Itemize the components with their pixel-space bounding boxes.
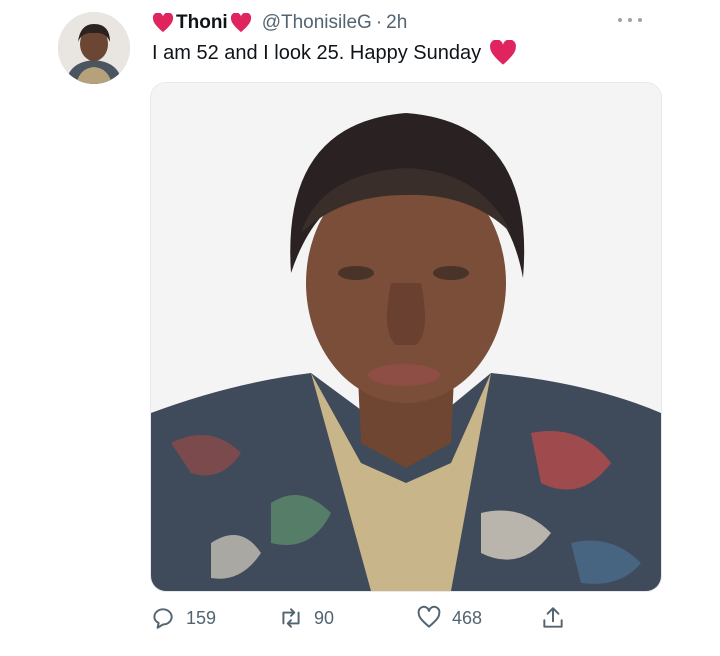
timestamp[interactable]: 2h — [386, 12, 407, 34]
avatar-photo — [58, 12, 130, 84]
reply-count: 159 — [186, 607, 217, 628]
share-upload-icon — [543, 607, 563, 628]
more-dots-icon[interactable] — [618, 12, 642, 28]
retweet-icon — [282, 608, 300, 628]
heart-outline-icon — [417, 605, 441, 628]
retweet-count: 90 — [314, 607, 335, 628]
reply-bubble-icon — [153, 608, 173, 629]
like-count: 468 — [452, 607, 483, 628]
tweet-photo[interactable] — [150, 82, 662, 592]
user-handle[interactable]: @ThonisileG — [262, 12, 372, 34]
avatar[interactable] — [58, 12, 130, 84]
tweet-card[interactable]: Thoni @ThonisileG · 2h I am 52 and I loo… — [0, 0, 720, 656]
tweet-text-content: I am 52 and I look 25. Happy Sunday — [152, 42, 482, 64]
separator-dot: · — [375, 12, 383, 33]
red-heart-icon — [152, 13, 174, 33]
tweet-header: Thoni @ThonisileG · 2h — [152, 10, 407, 36]
tweet-actions: 159 90 468 — [150, 600, 580, 636]
portrait-photo — [151, 83, 661, 591]
reply-button[interactable]: 159 — [150, 604, 216, 632]
red-heart-icon — [489, 40, 517, 66]
share-button[interactable] — [540, 604, 566, 632]
retweet-button[interactable]: 90 — [278, 604, 334, 632]
red-heart-icon — [230, 13, 252, 33]
display-name[interactable]: Thoni — [176, 12, 228, 34]
like-button[interactable]: 468 — [416, 604, 482, 632]
tweet-text: I am 52 and I look 25. Happy Sunday — [152, 40, 517, 66]
